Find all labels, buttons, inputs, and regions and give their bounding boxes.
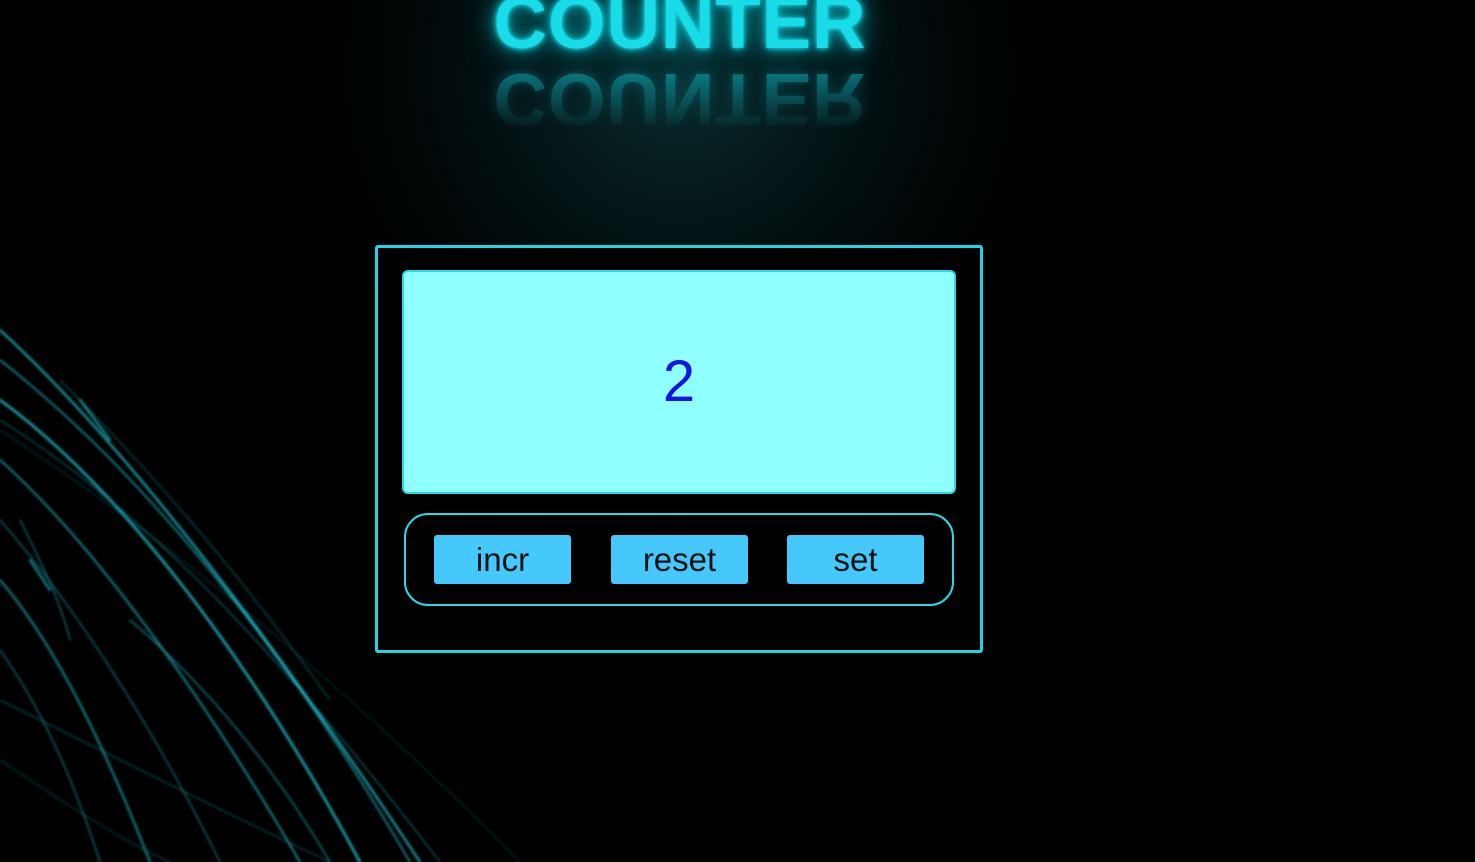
button-bar: incr reset set bbox=[404, 513, 954, 606]
reset-button[interactable]: reset bbox=[611, 535, 748, 584]
title-area: COUNTER COUNTER bbox=[380, 0, 980, 156]
counter-panel: 2 incr reset set bbox=[375, 245, 983, 653]
app-title: COUNTER bbox=[493, 0, 867, 64]
incr-button[interactable]: incr bbox=[434, 535, 571, 584]
counter-value: 2 bbox=[662, 349, 696, 414]
counter-display: 2 bbox=[402, 270, 956, 494]
app-title-reflection: COUNTER bbox=[493, 58, 867, 141]
counter-app: COUNTER COUNTER 2 incr reset set bbox=[0, 0, 1475, 862]
set-button[interactable]: set bbox=[787, 535, 924, 584]
